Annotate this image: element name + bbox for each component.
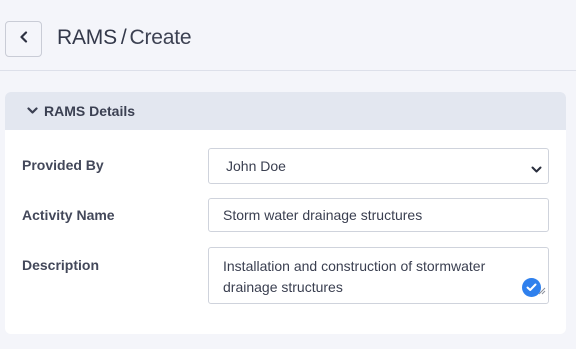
chevron-down-icon xyxy=(531,161,542,177)
resize-handle-icon[interactable] xyxy=(538,280,546,301)
activity-name-value: Storm water drainage structures xyxy=(223,207,423,223)
breadcrumb-separator: / xyxy=(120,26,127,49)
section-title: RAMS Details xyxy=(44,103,136,119)
provided-by-row: Provided By John Doe xyxy=(5,148,566,184)
description-textarea[interactable]: Installation and construction of stormwa… xyxy=(208,247,549,304)
activity-name-label: Activity Name xyxy=(22,207,115,223)
chevron-left-icon xyxy=(19,30,29,48)
provided-by-select[interactable]: John Doe xyxy=(208,148,549,184)
page-title-sub: Create xyxy=(129,26,192,49)
activity-name-input[interactable]: Storm water drainage structures xyxy=(208,198,549,232)
description-label: Description xyxy=(22,257,100,273)
description-value: Installation and construction of stormwa… xyxy=(223,258,486,295)
provided-by-value: John Doe xyxy=(226,158,286,174)
page-header: RAMS / Create xyxy=(0,0,576,71)
chevron-down-icon xyxy=(27,107,38,115)
description-row: Description Installation and constructio… xyxy=(5,247,566,304)
back-button[interactable] xyxy=(5,21,42,57)
page-title-main: RAMS xyxy=(57,26,117,49)
page-title: RAMS / Create xyxy=(57,26,192,50)
activity-name-row: Activity Name Storm water drainage struc… xyxy=(5,198,566,232)
rams-details-card: RAMS Details Provided By John Doe Activi… xyxy=(5,92,566,334)
provided-by-label: Provided By xyxy=(22,157,104,173)
rams-details-section-header[interactable]: RAMS Details xyxy=(5,92,566,130)
